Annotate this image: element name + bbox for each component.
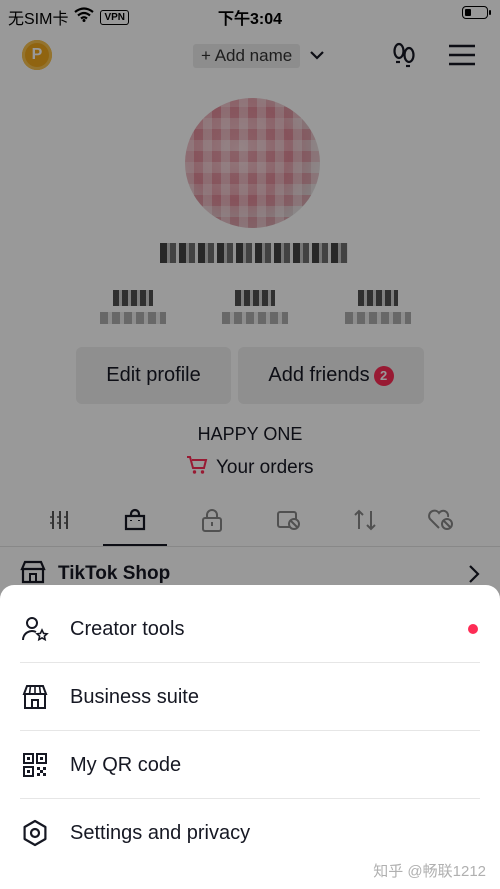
menu-item-label: Business suite — [70, 685, 199, 708]
menu-item-label: My QR code — [70, 753, 182, 776]
menu-item-my-qr-code[interactable]: My QR code — [20, 731, 480, 799]
menu-item-label: Settings and privacy — [70, 821, 251, 844]
gear-icon — [20, 818, 50, 848]
creator-tools-icon — [20, 614, 50, 644]
menu-item-business-suite[interactable]: Business suite — [20, 663, 480, 731]
notification-dot — [468, 624, 478, 634]
menu-item-creator-tools[interactable]: Creator tools — [20, 595, 480, 663]
qr-code-icon — [20, 750, 50, 780]
store-icon — [20, 682, 50, 712]
menu-item-settings-and-privacy[interactable]: Settings and privacy — [20, 799, 480, 867]
profile-menu-sheet: Creator tools Business suite My QR code … — [0, 585, 500, 889]
watermark-text: 知乎 @畅联1212 — [373, 863, 486, 880]
menu-item-label: Creator tools — [70, 617, 185, 640]
